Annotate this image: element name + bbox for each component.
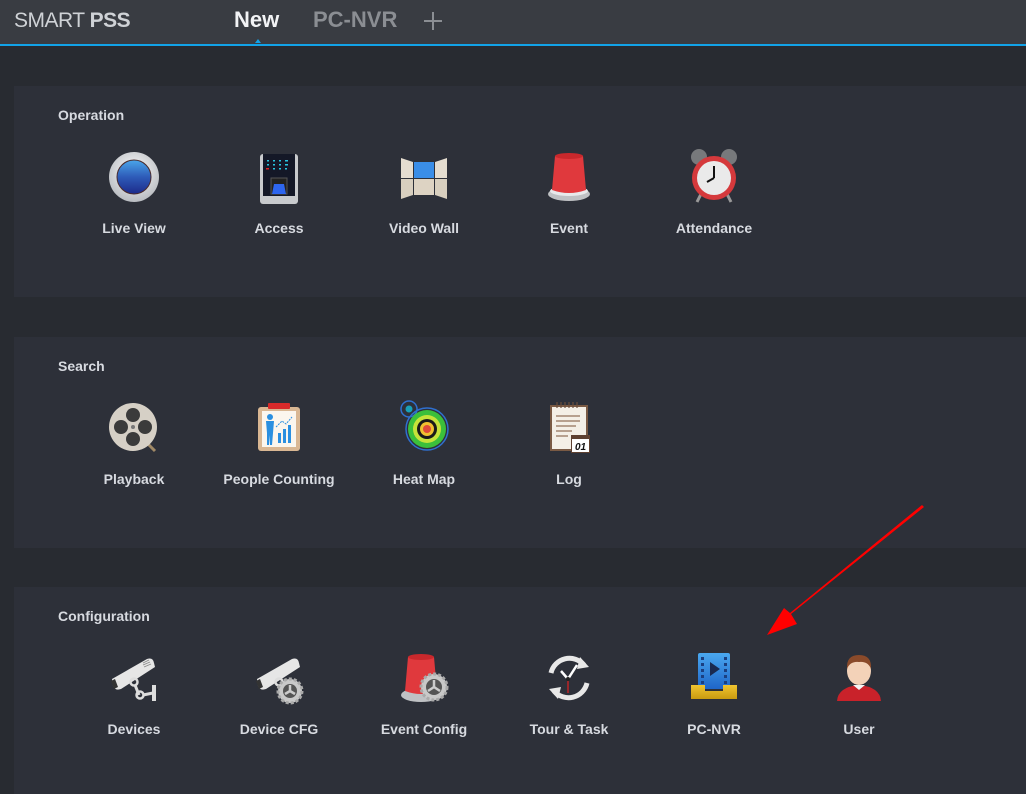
tile-event-config[interactable]: Event Config — [354, 645, 494, 745]
section-title: Search — [58, 358, 105, 374]
live-view-icon — [109, 152, 159, 202]
tile-access[interactable]: Access — [209, 144, 349, 244]
alarm-light-icon — [548, 153, 590, 201]
tile-event[interactable]: Event — [499, 144, 639, 244]
tile-tour-task[interactable]: Tour & Task — [499, 645, 639, 745]
log-icon-text: 01 — [575, 442, 587, 453]
clock-cycle-icon — [548, 655, 590, 701]
active-tab-indicator — [255, 39, 261, 43]
log-notepad-icon: 01 — [550, 402, 590, 453]
camera-gear-icon — [256, 658, 304, 705]
app-logo: SMART PSS — [14, 9, 131, 33]
tile-devices[interactable]: Devices — [64, 645, 204, 745]
tab-pc-nvr[interactable]: PC-NVR — [313, 7, 397, 33]
tab-new[interactable]: New — [234, 7, 279, 33]
tile-attendance[interactable]: Attendance — [644, 144, 784, 244]
tile-label: Live View — [102, 220, 166, 236]
tile-label: Device CFG — [239, 721, 319, 737]
user-icon — [837, 655, 881, 701]
pc-nvr-icon — [691, 653, 737, 699]
plus-icon[interactable] — [422, 8, 444, 32]
tile-live-view[interactable]: Live View — [64, 144, 204, 244]
tile-label: PC-NVR — [687, 721, 741, 737]
tile-label: Playback — [103, 471, 165, 487]
tile-label: Video Wall — [388, 220, 459, 236]
tile-playback[interactable]: Playback — [64, 395, 204, 495]
tile-device-cfg[interactable]: Device CFG — [209, 645, 349, 745]
tile-label: Event Config — [380, 721, 468, 737]
tile-label: Devices — [107, 721, 161, 737]
camera-icon — [111, 658, 156, 701]
access-control-icon — [260, 154, 298, 204]
tile-label: Event — [549, 220, 589, 236]
operation-panel: Operation Live View Access Video Wall Ev… — [14, 86, 1026, 297]
tile-log[interactable]: 01 Log — [499, 395, 639, 495]
configuration-panel: Configuration Devices Device CFG Event C… — [14, 587, 1026, 794]
brand-text: SMART — [14, 9, 90, 32]
tile-video-wall[interactable]: Video Wall — [354, 144, 494, 244]
top-bar: SMART PSS New PC-NVR — [0, 0, 1026, 46]
tile-label: Log — [556, 471, 582, 487]
tile-label: Tour & Task — [529, 721, 609, 737]
tile-label: Access — [254, 220, 304, 236]
tile-user[interactable]: User — [789, 645, 929, 745]
tile-label: User — [843, 721, 875, 737]
section-title: Configuration — [58, 608, 150, 624]
tile-label: People Counting — [223, 471, 335, 487]
tile-heat-map[interactable]: Heat Map — [354, 395, 494, 495]
alarm-clock-icon — [691, 149, 737, 203]
tile-label: Heat Map — [392, 471, 456, 487]
tile-label: Attendance — [675, 220, 753, 236]
section-title: Operation — [58, 107, 125, 123]
tile-people-counting[interactable]: People Counting — [209, 395, 349, 495]
heat-map-icon — [400, 400, 449, 451]
people-counting-icon — [258, 403, 300, 451]
alarm-gear-icon — [401, 654, 449, 702]
brand-text-bold: PSS — [89, 9, 131, 32]
film-reel-icon — [109, 403, 157, 453]
tile-pc-nvr[interactable]: PC-NVR — [644, 645, 784, 745]
video-wall-icon — [401, 158, 447, 199]
search-panel: Search Playback People Counting Heat Map… — [14, 337, 1026, 548]
